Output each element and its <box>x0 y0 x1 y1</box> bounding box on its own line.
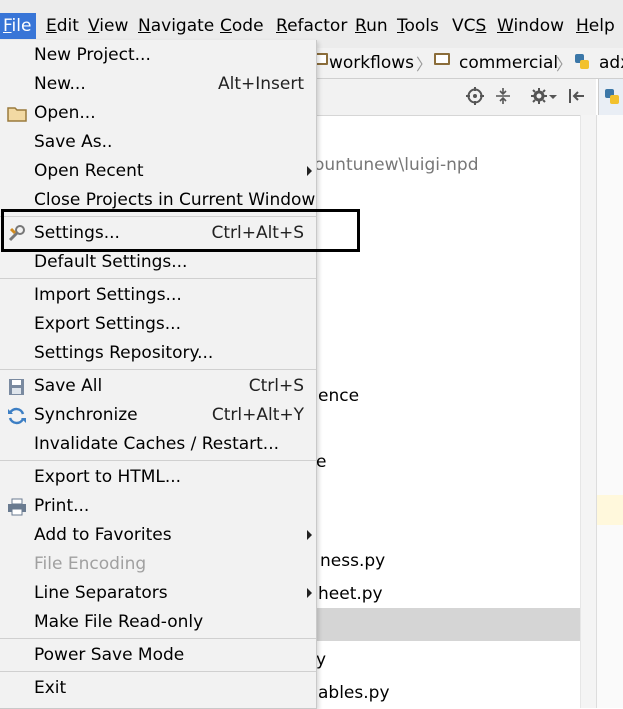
menu-item-export-settings[interactable]: Export Settings... <box>0 310 316 339</box>
menu-run[interactable]: Run <box>353 13 390 39</box>
menu-item-label: Print... <box>34 496 90 516</box>
menu-view[interactable]: View <box>86 13 130 39</box>
menu-help[interactable]: Help <box>574 13 617 39</box>
menu-item-open[interactable]: Open... <box>0 99 316 128</box>
menu-item-label: New Project... <box>34 45 151 65</box>
breadcrumb-item-adx[interactable]: adx <box>599 52 623 74</box>
menu-separator <box>0 278 316 279</box>
menu-tools[interactable]: Tools <box>395 13 441 39</box>
project-toolbar <box>310 79 596 116</box>
menu-item-shortcut: Alt+Insert <box>217 74 304 94</box>
menu-item-label: Line Separators <box>34 583 168 603</box>
menu-item-invalidate-caches[interactable]: Invalidate Caches / Restart... <box>0 430 316 459</box>
tree-item[interactable]: y <box>316 650 326 670</box>
menu-item-new-project[interactable]: New Project... <box>0 41 316 70</box>
submenu-arrow-icon <box>307 588 312 598</box>
menu-item-label: Power Save Mode <box>34 645 185 665</box>
menu-item-label: Invalidate Caches / Restart... <box>34 434 280 454</box>
menu-separator <box>0 460 316 461</box>
sync-icon <box>7 407 27 425</box>
menu-item-file-encoding: File Encoding <box>0 550 316 579</box>
menu-item-label: Export to HTML... <box>34 467 182 487</box>
breadcrumb-item-workflows[interactable]: workflows <box>329 52 414 74</box>
submenu-arrow-icon <box>307 530 312 540</box>
submenu-arrow-icon <box>307 166 312 176</box>
menu-item-import-settings[interactable]: Import Settings... <box>0 281 316 310</box>
menu-item-shortcut: Ctrl+S <box>248 376 304 396</box>
menu-item-label: Exit <box>34 678 67 698</box>
selected-tree-row[interactable] <box>300 608 580 641</box>
menu-item-label: Save All <box>34 376 103 396</box>
menu-item-label: Default Settings... <box>34 252 188 272</box>
menu-edit[interactable]: Edit <box>44 13 81 39</box>
menu-item-open-recent[interactable]: Open Recent <box>0 157 316 186</box>
collapse-all-icon[interactable] <box>494 87 512 105</box>
menu-item-power-save-mode[interactable]: Power Save Mode <box>0 641 316 670</box>
locate-icon[interactable] <box>466 87 484 105</box>
menu-separator <box>0 369 316 370</box>
menu-item-line-separators[interactable]: Line Separators <box>0 579 316 608</box>
hide-panel-icon[interactable] <box>568 87 586 105</box>
menu-item-save-all[interactable]: Save All Ctrl+S <box>0 372 316 401</box>
menu-item-label: New... <box>34 74 86 94</box>
menu-item-shortcut: Ctrl+Alt+Y <box>211 405 304 425</box>
menu-item-label: Add to Favorites <box>34 525 172 545</box>
tree-item[interactable]: ables.py <box>318 683 390 703</box>
menu-item-label: Export Settings... <box>34 314 181 334</box>
menu-item-make-read-only[interactable]: Make File Read-only <box>0 608 316 637</box>
menu-item-label: Open Recent <box>34 161 144 181</box>
breadcrumb: workflows 〉 commercial 〉 adx <box>310 48 623 79</box>
python-file-icon <box>604 88 620 111</box>
menu-code[interactable]: Code <box>218 13 266 39</box>
menu-separator <box>0 671 316 672</box>
editor-tab[interactable] <box>598 79 623 115</box>
menu-item-settings-repository[interactable]: Settings Repository... <box>0 339 316 368</box>
menu-file[interactable]: File <box>0 13 37 39</box>
menu-navigate[interactable]: Navigate <box>136 13 216 39</box>
gear-icon[interactable] <box>530 87 548 105</box>
menu-item-default-settings[interactable]: Default Settings... <box>0 248 316 277</box>
printer-icon <box>7 498 27 516</box>
folder-icon <box>7 105 27 123</box>
menu-refactor[interactable]: Refactor <box>274 13 349 39</box>
python-file-icon <box>574 53 590 71</box>
menu-item-label: Synchronize <box>34 405 138 425</box>
tree-item[interactable]: e <box>316 452 326 472</box>
current-line-highlight <box>597 495 623 525</box>
project-path: ountunew\luigi-npd <box>314 155 479 175</box>
menu-item-save-as[interactable]: Save As.. <box>0 128 316 157</box>
menu-separator <box>0 638 316 639</box>
menu-item-label: Close Projects in Current Window <box>34 190 316 210</box>
menu-item-label: Settings Repository... <box>34 343 214 363</box>
menu-item-label: File Encoding <box>34 554 147 574</box>
highlight-box <box>1 209 360 252</box>
chevron-right-icon: 〉 <box>416 55 433 74</box>
menu-item-exit[interactable]: Exit <box>0 674 316 703</box>
breadcrumb-item-commercial[interactable]: commercial <box>459 52 558 74</box>
folder-icon <box>434 53 450 65</box>
vertical-scrollbar[interactable] <box>580 115 597 708</box>
menu-item-label: Open... <box>34 103 96 123</box>
chevron-right-icon: 〉 <box>556 55 573 74</box>
tree-item[interactable]: ence <box>318 386 359 406</box>
tree-item[interactable]: heet.py <box>318 584 383 604</box>
file-menu: New Project... New... Alt+Insert Open...… <box>0 40 317 709</box>
menu-item-label: Save As.. <box>34 132 113 152</box>
menu-item-synchronize[interactable]: Synchronize Ctrl+Alt+Y <box>0 401 316 430</box>
chevron-down-icon[interactable] <box>548 87 558 105</box>
menu-item-add-to-favorites[interactable]: Add to Favorites <box>0 521 316 550</box>
editor-gutter <box>596 115 623 708</box>
menu-window[interactable]: Window <box>495 13 566 39</box>
menu-item-label: Import Settings... <box>34 285 182 305</box>
menu-item-new[interactable]: New... Alt+Insert <box>0 70 316 99</box>
menu-item-print[interactable]: Print... <box>0 492 316 521</box>
menu-vcs[interactable]: VCS <box>450 13 488 39</box>
menu-item-export-html[interactable]: Export to HTML... <box>0 463 316 492</box>
tree-item[interactable]: ness.py <box>320 551 385 571</box>
save-icon <box>7 378 27 396</box>
menu-item-label: Make File Read-only <box>34 612 204 632</box>
